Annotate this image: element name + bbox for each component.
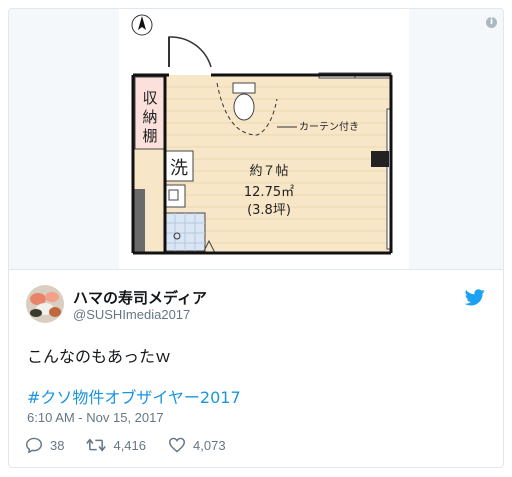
tweet-media[interactable]: 収 納 棚 洗 カーテン付き 約７帖 12.75㎡ (3.8坪) i bbox=[9, 9, 503, 269]
reply-count: 38 bbox=[50, 437, 65, 453]
storage-label-2: 納 bbox=[142, 108, 157, 126]
media-divider bbox=[9, 269, 503, 270]
retweet-button[interactable]: 4,416 bbox=[86, 437, 146, 453]
avatar[interactable] bbox=[26, 285, 64, 323]
hashtag-link[interactable]: #クソ物件オブザイヤー2017 bbox=[27, 384, 241, 408]
heart-icon bbox=[169, 437, 186, 453]
author-handle[interactable]: @SUSHImedia2017 bbox=[73, 307, 190, 322]
curtain-label: カーテン付き bbox=[299, 120, 359, 133]
storage-label-1: 収 bbox=[142, 89, 157, 107]
like-button[interactable]: 4,073 bbox=[168, 437, 226, 453]
room-tsubo-label: (3.8坪) bbox=[247, 203, 291, 218]
twitter-bird-icon[interactable] bbox=[464, 289, 485, 311]
tweet-card[interactable]: 収 納 棚 洗 カーテン付き 約７帖 12.75㎡ (3.8坪) i ハマの寿司… bbox=[8, 8, 504, 468]
wash-label: 洗 bbox=[170, 158, 188, 179]
author-name[interactable]: ハマの寿司メディア bbox=[73, 287, 207, 308]
tweet-timestamp[interactable]: 6:10 AM - Nov 15, 2017 bbox=[27, 410, 164, 425]
reply-icon bbox=[25, 437, 43, 453]
reply-button[interactable]: 38 bbox=[25, 437, 64, 453]
like-count: 4,073 bbox=[193, 437, 226, 453]
tweet-text: こんなのもあったｗ bbox=[27, 347, 172, 366]
retweet-icon bbox=[86, 438, 107, 452]
storage-label-3: 棚 bbox=[142, 127, 157, 145]
floor-plan-image: 収 納 棚 洗 カーテン付き 約７帖 12.75㎡ (3.8坪) bbox=[119, 9, 409, 269]
tweet-actions: 38 4,416 4,073 bbox=[25, 435, 248, 455]
room-size-label: 約７帖 bbox=[249, 164, 288, 179]
room-area-label: 12.75㎡ bbox=[244, 185, 294, 200]
retweet-count: 4,416 bbox=[113, 437, 147, 453]
info-icon[interactable]: i bbox=[486, 17, 497, 28]
